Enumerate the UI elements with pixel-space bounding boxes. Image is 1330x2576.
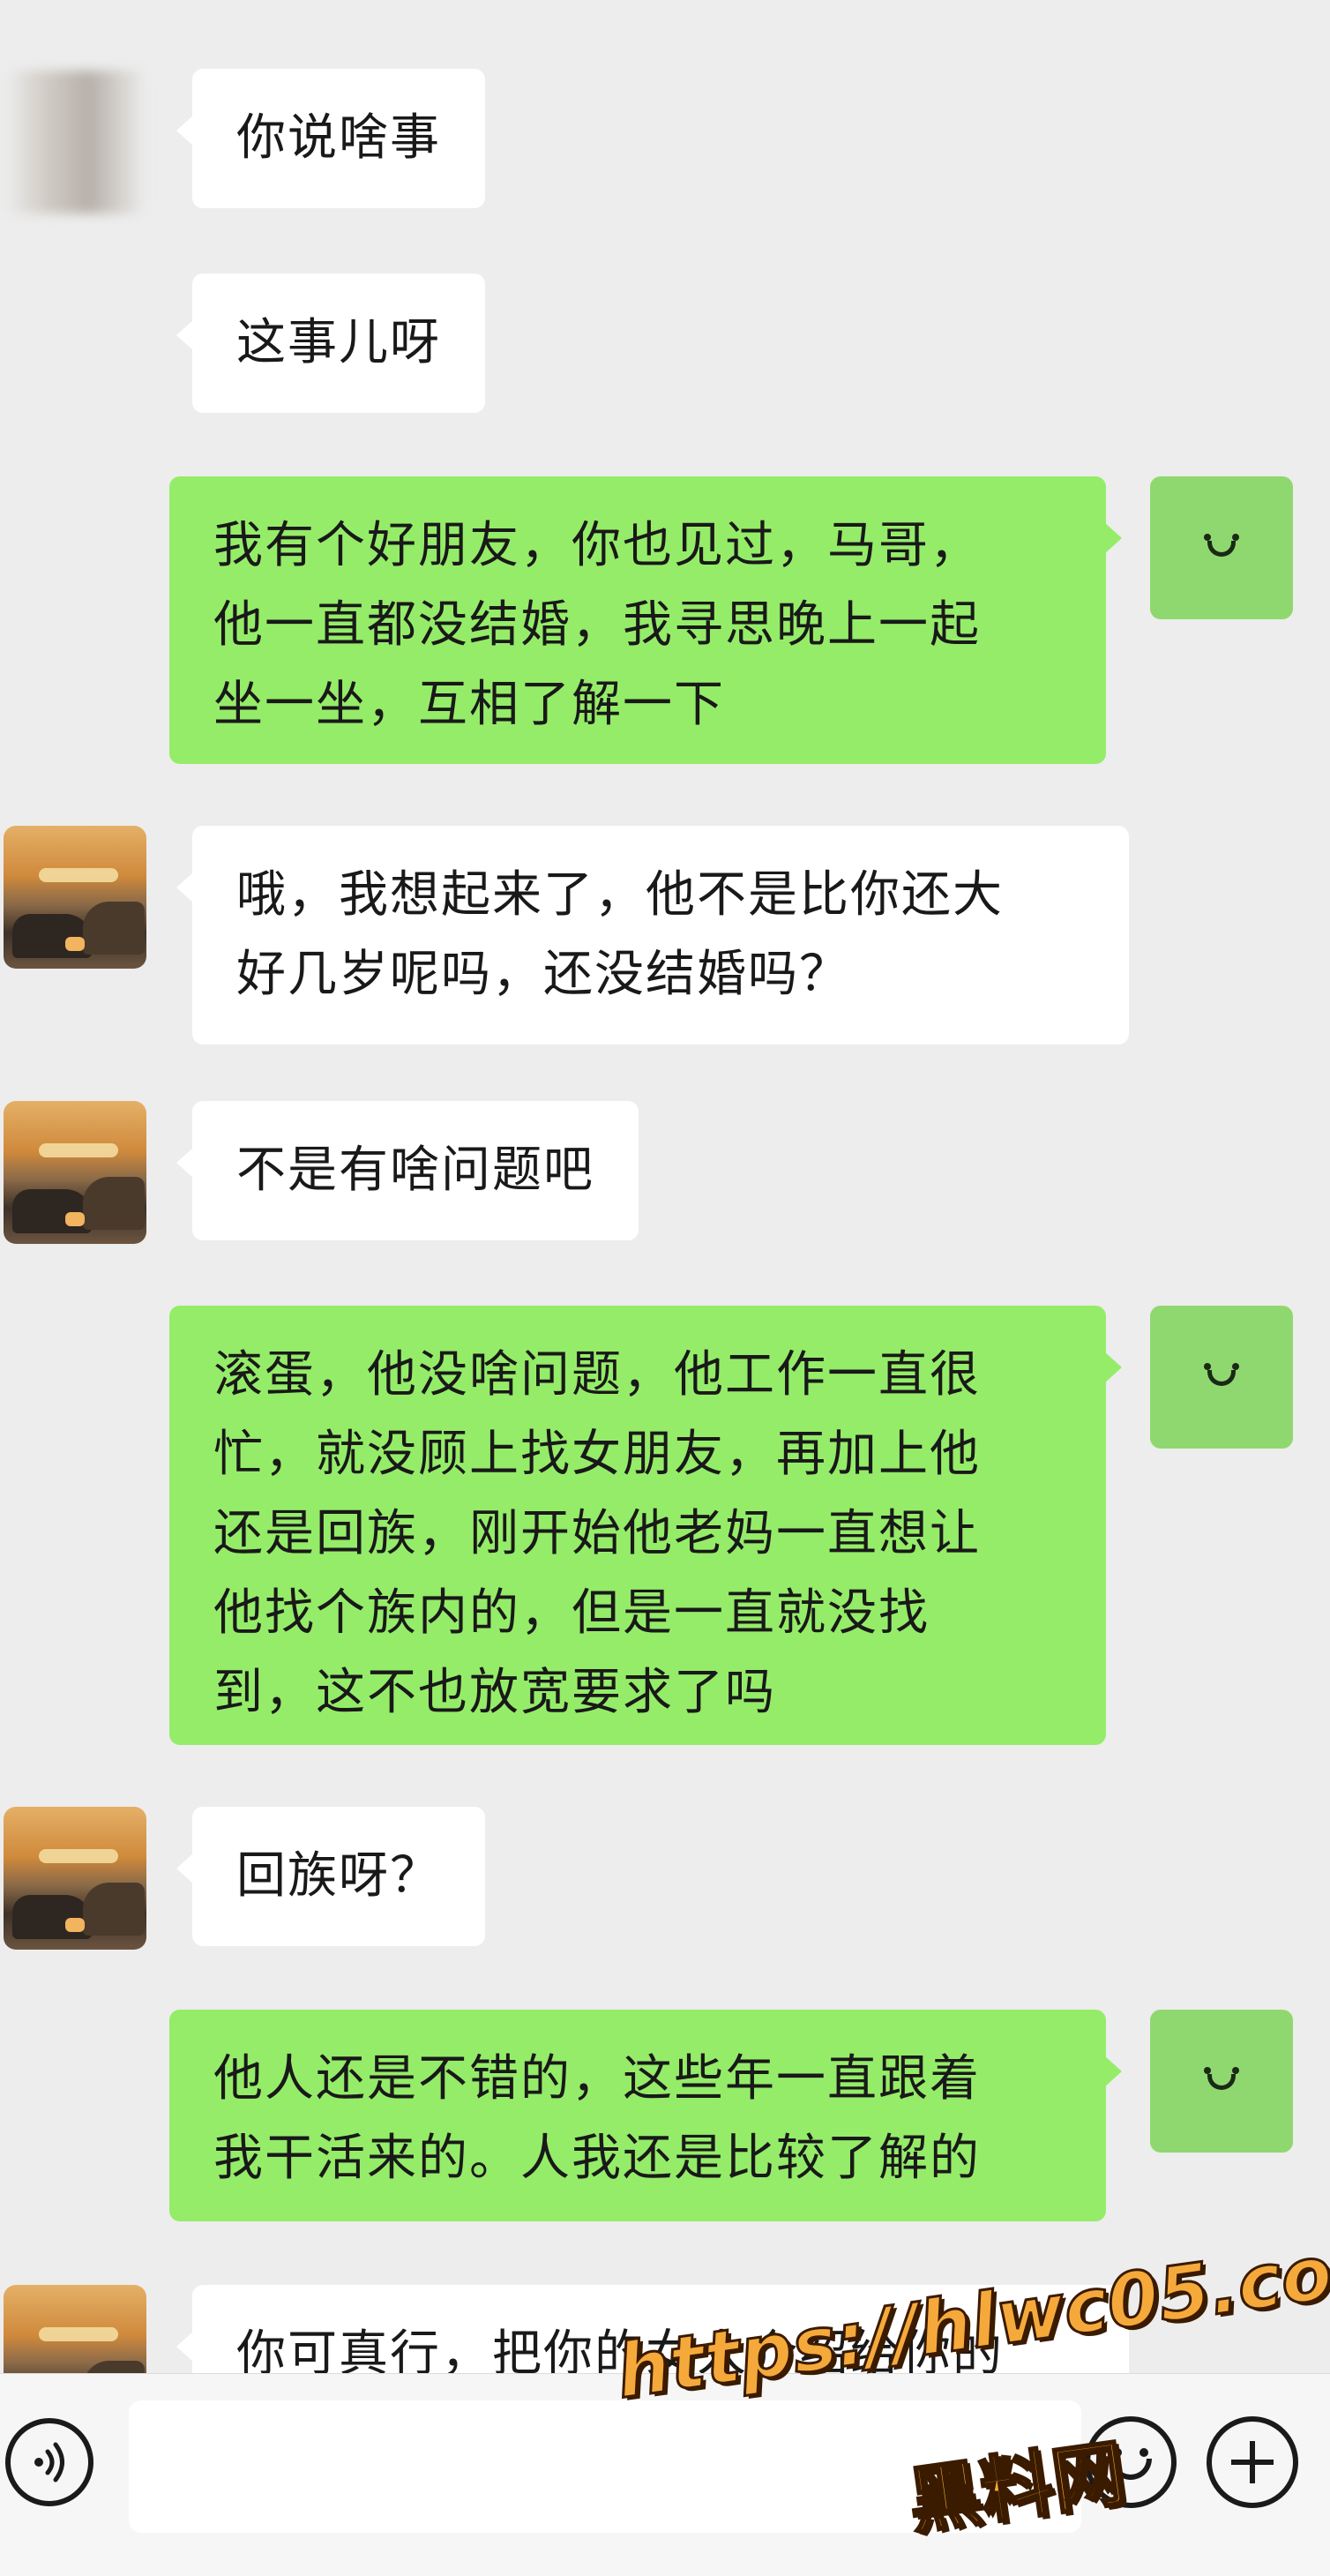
smile-icon bbox=[1197, 1359, 1246, 1395]
contact-avatar[interactable] bbox=[4, 2285, 146, 2373]
plus-icon[interactable] bbox=[1207, 2416, 1298, 2508]
self-avatar[interactable] bbox=[1150, 476, 1293, 619]
self-avatar[interactable] bbox=[1150, 2010, 1293, 2153]
smile-icon bbox=[1197, 530, 1246, 565]
voice-waves-icon bbox=[34, 2442, 64, 2482]
message-bubble-sent[interactable]: 他人还是不错的，这些年一直跟着 我干活来的。人我还是比较了解的 bbox=[169, 2010, 1122, 2221]
message-bubble-sent[interactable]: 滚蛋，他没啥问题，他工作一直很 忙，就没顾上找女朋友，再加上他 还是回族，刚开始… bbox=[169, 1306, 1122, 1745]
message-bubble-received[interactable]: 不是有啥问题吧 bbox=[176, 1101, 639, 1240]
chat-area: 你说啥事 这事儿呀 我有个好朋友，你也见过，马哥， 他一直都没结婚，我寻思晚上一… bbox=[0, 0, 1330, 2373]
contact-avatar[interactable] bbox=[4, 1101, 146, 1244]
message-bubble-received[interactable]: 回族呀？ bbox=[176, 1807, 485, 1946]
message-bubble-received[interactable]: 这事儿呀 bbox=[176, 273, 485, 413]
contact-avatar[interactable] bbox=[4, 71, 146, 213]
contact-avatar[interactable] bbox=[4, 1807, 146, 1950]
contact-avatar[interactable] bbox=[4, 826, 146, 969]
message-bubble-received[interactable]: 哦，我想起来了，他不是比你还大 好几岁呢吗，还没结婚吗？ bbox=[176, 826, 1129, 1045]
self-avatar[interactable] bbox=[1150, 1306, 1293, 1449]
voice-icon[interactable] bbox=[5, 2418, 93, 2506]
smile-icon bbox=[1197, 2063, 1246, 2099]
message-bubble-sent[interactable]: 我有个好朋友，你也见过，马哥， 他一直都没结婚，我寻思晚上一起 坐一坐，互相了解… bbox=[169, 476, 1122, 764]
message-bubble-received[interactable]: 你说啥事 bbox=[176, 69, 485, 208]
